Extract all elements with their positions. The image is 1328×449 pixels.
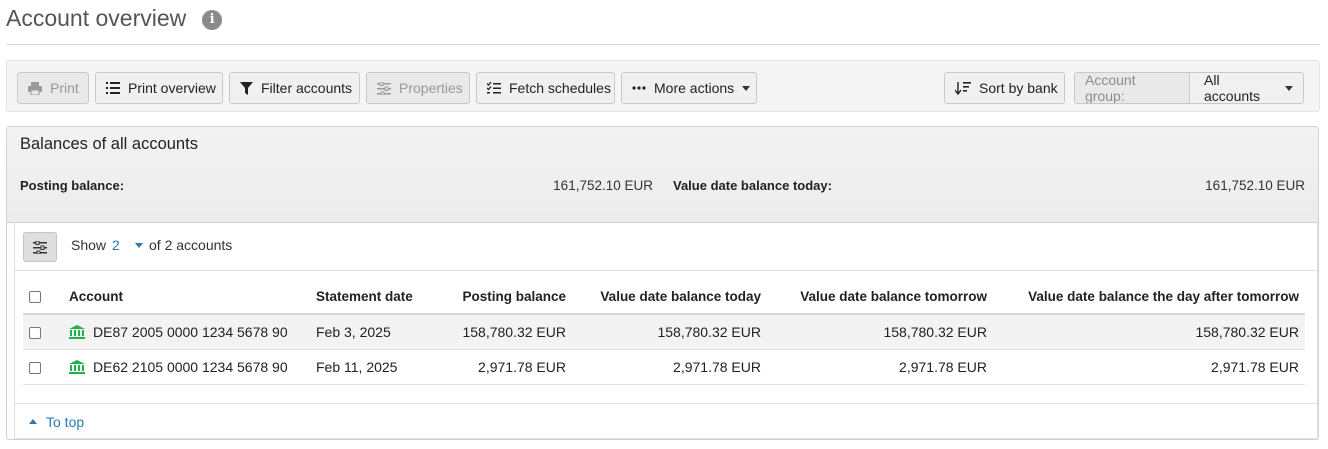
posting-balance-cell: 158,780.32 EUR: [430, 314, 572, 350]
value-date-today-cell: 2,971.78 EUR: [572, 349, 767, 385]
account-cell[interactable]: DE62 2105 0000 1234 5678 90: [63, 349, 310, 385]
column-value-date-today[interactable]: Value date balance today: [572, 279, 767, 315]
column-value-date-tomorrow[interactable]: Value date balance tomorrow: [767, 279, 993, 315]
table-row[interactable]: DE87 2005 0000 1234 5678 90 Feb 3, 2025 …: [23, 314, 1305, 350]
sort-by-bank-label: Sort by bank: [979, 80, 1058, 96]
sliders-icon: [377, 81, 391, 95]
filter-accounts-button[interactable]: Filter accounts: [229, 72, 360, 104]
chevron-down-icon[interactable]: [135, 243, 143, 248]
fetch-schedules-button[interactable]: Fetch schedules: [476, 72, 615, 104]
select-all-checkbox[interactable]: [29, 290, 41, 303]
account-group-label: Account group:: [1075, 73, 1190, 103]
show-prefix: Show: [71, 237, 107, 253]
column-account[interactable]: Account: [63, 279, 310, 315]
sliders-icon: [33, 240, 47, 254]
print-label: Print: [50, 80, 79, 96]
column-value-date-day-after[interactable]: Value date balance the day after tomorro…: [993, 279, 1305, 315]
print-overview-button[interactable]: Print overview: [95, 72, 223, 104]
list-icon: [106, 82, 120, 94]
value-date-day-after-cell: 158,780.32 EUR: [993, 314, 1305, 350]
column-settings-button[interactable]: [23, 232, 57, 262]
account-group-selected: All accounts: [1204, 72, 1261, 104]
print-button[interactable]: Print: [17, 72, 89, 104]
accounts-list: Show 2 of 2 accounts Account Statement d…: [14, 223, 1318, 439]
printer-icon: [28, 81, 42, 95]
row-select-cell: [23, 349, 63, 385]
page-header: Account overview i: [6, 4, 1320, 45]
value-date-balance-label: Value date balance today:: [673, 178, 832, 193]
balances-panel: Balances of all accounts Posting balance…: [6, 126, 1319, 440]
show-suffix: of 2 accounts: [149, 237, 233, 253]
ellipsis-icon: [632, 86, 646, 90]
value-date-tomorrow-cell: 158,780.32 EUR: [767, 314, 993, 350]
sort-by-bank-button[interactable]: Sort by bank: [944, 72, 1065, 104]
value-date-day-after-cell: 2,971.78 EUR: [993, 349, 1305, 385]
balances-summary: Balances of all accounts Posting balance…: [7, 127, 1318, 223]
row-checkbox[interactable]: [29, 327, 41, 340]
account-number: DE87 2005 0000 1234 5678 90: [93, 323, 288, 340]
print-overview-label: Print overview: [128, 80, 216, 96]
table-header-row: Account Statement date Posting balance V…: [23, 279, 1305, 315]
value-date-balance-value: 161,752.10 EUR: [1205, 178, 1305, 193]
posting-balance-cell: 2,971.78 EUR: [430, 349, 572, 385]
column-statement-date[interactable]: Statement date: [310, 279, 430, 315]
accounts-table: Account Statement date Posting balance V…: [23, 279, 1305, 385]
account-group-select[interactable]: Account group: All accounts: [1074, 72, 1304, 104]
column-posting-balance[interactable]: Posting balance: [430, 279, 572, 315]
bank-icon: [69, 324, 85, 339]
row-checkbox[interactable]: [29, 361, 41, 374]
statement-date-cell: Feb 11, 2025: [310, 349, 430, 385]
account-cell[interactable]: DE87 2005 0000 1234 5678 90: [63, 314, 310, 350]
properties-label: Properties: [399, 80, 463, 96]
account-group-value[interactable]: All accounts: [1190, 73, 1303, 103]
select-all-cell: [23, 279, 63, 315]
more-actions-label: More actions: [654, 80, 735, 96]
to-top-bar: To top: [15, 403, 1317, 438]
info-icon[interactable]: i: [202, 10, 223, 30]
sort-icon: [955, 81, 971, 95]
chevron-down-icon: [742, 85, 751, 91]
toolbar: Print Print overview Filter accounts Pro…: [6, 60, 1320, 112]
value-date-today-cell: 158,780.32 EUR: [572, 314, 767, 350]
page-title: Account overview: [6, 5, 187, 31]
properties-button[interactable]: Properties: [366, 72, 470, 104]
bank-icon: [69, 359, 85, 374]
to-top-link[interactable]: To top: [46, 414, 84, 430]
table-row[interactable]: DE62 2105 0000 1234 5678 90 Feb 11, 2025…: [23, 349, 1305, 385]
row-select-cell: [23, 314, 63, 350]
show-bar: Show 2 of 2 accounts: [15, 223, 1317, 271]
show-count-select[interactable]: 2: [112, 237, 120, 253]
more-actions-button[interactable]: More actions: [621, 72, 757, 104]
filter-icon: [240, 81, 253, 95]
filter-accounts-label: Filter accounts: [261, 80, 353, 96]
statement-date-cell: Feb 3, 2025: [310, 314, 430, 350]
value-date-tomorrow-cell: 2,971.78 EUR: [767, 349, 993, 385]
posting-balance-value: 161,752.10 EUR: [553, 178, 653, 193]
balances-title: Balances of all accounts: [20, 135, 198, 153]
chevron-down-icon: [1285, 85, 1293, 91]
chevron-up-icon[interactable]: [29, 419, 37, 424]
account-number: DE62 2105 0000 1234 5678 90: [93, 358, 288, 375]
posting-balance-label: Posting balance:: [20, 178, 125, 193]
fetch-schedules-label: Fetch schedules: [509, 80, 611, 96]
checklist-icon: [487, 82, 501, 94]
